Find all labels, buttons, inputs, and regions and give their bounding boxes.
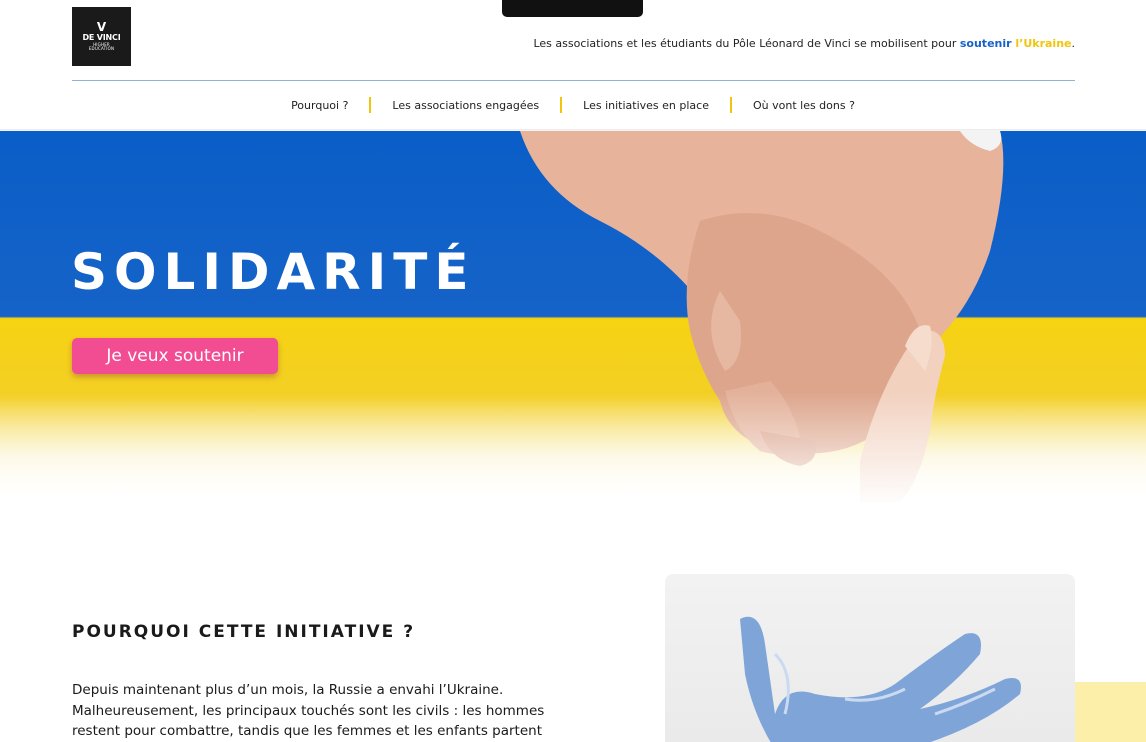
top-tab[interactable] bbox=[502, 0, 643, 17]
hero-banner: SOLIDARITÉ Je veux soutenir bbox=[0, 131, 1146, 502]
logo-mark: V bbox=[96, 20, 107, 34]
floating-yellow-block bbox=[1075, 682, 1146, 742]
section-body-line: Malheureusement, les principaux touchés … bbox=[72, 702, 545, 719]
nav-item-pourquoi[interactable]: Pourquoi ? bbox=[270, 99, 369, 112]
tagline-highlight-soutenir: soutenir bbox=[959, 37, 1012, 50]
section-title: POURQUOI CETTE INITIATIVE ? bbox=[72, 622, 416, 642]
hero-title: SOLIDARITÉ bbox=[71, 243, 476, 301]
tagline-text: Les associations et les étudiants du Pôl… bbox=[533, 37, 960, 50]
section-body-line: Depuis maintenant plus d’un mois, la Rus… bbox=[72, 682, 504, 698]
logo[interactable]: V DE VINCI HIGHER EDUCATION bbox=[72, 7, 131, 66]
section-body-line: restent pour combattre, tandis que les f… bbox=[72, 723, 542, 739]
tagline-highlight-ukraine: l’Ukraine bbox=[1011, 37, 1072, 50]
nav-item-associations[interactable]: Les associations engagées bbox=[371, 99, 560, 112]
section-body: Depuis maintenant plus d’un mois, la Rus… bbox=[72, 680, 562, 742]
painted-hand-illustration bbox=[740, 616, 1021, 742]
nav-item-dons[interactable]: Où vont les dons ? bbox=[732, 99, 876, 112]
hero-fade bbox=[0, 392, 1146, 502]
painted-hand-image bbox=[665, 574, 1075, 742]
main-nav: Pourquoi ? Les associations engagées Les… bbox=[0, 97, 1146, 113]
nav-item-initiatives[interactable]: Les initiatives en place bbox=[562, 99, 730, 112]
header-divider bbox=[72, 80, 1075, 81]
header-tagline: Les associations et les étudiants du Pôl… bbox=[533, 37, 1075, 50]
support-button[interactable]: Je veux soutenir bbox=[72, 338, 278, 374]
tagline-end: . bbox=[1071, 37, 1076, 50]
logo-sub-2: EDUCATION bbox=[88, 46, 115, 51]
